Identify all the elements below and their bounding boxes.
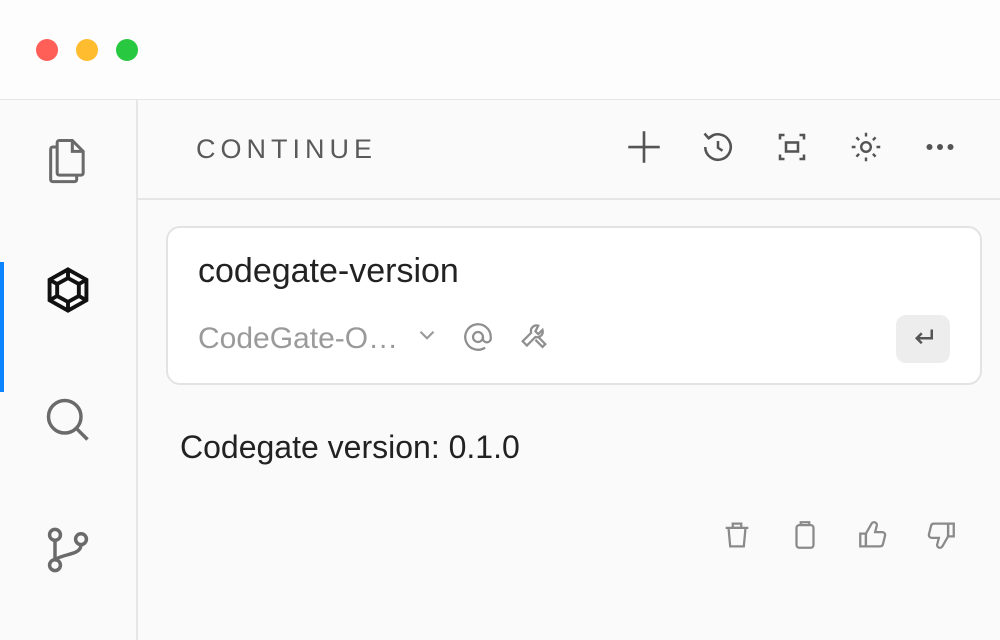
window-minimize-button[interactable]	[76, 39, 98, 61]
chat-input-card: codegate-version CodeGate-O…	[166, 226, 982, 385]
model-label: CodeGate-O…	[198, 322, 398, 356]
hexagon-icon	[42, 264, 94, 321]
context-at-button[interactable]	[460, 321, 496, 357]
files-icon	[42, 134, 94, 191]
activity-explorer[interactable]	[38, 132, 98, 192]
feedback-row	[166, 518, 982, 556]
continue-panel: CONTINUE	[138, 100, 1000, 640]
plus-icon	[623, 126, 665, 173]
panel-header: CONTINUE	[138, 100, 1000, 200]
git-branch-icon	[42, 524, 94, 581]
activity-bar	[0, 100, 138, 640]
history-icon	[700, 129, 736, 170]
activity-continue[interactable]	[38, 262, 98, 322]
activity-source-control[interactable]	[38, 522, 98, 582]
copy-button[interactable]	[786, 518, 824, 556]
at-icon	[461, 320, 495, 359]
search-icon	[42, 394, 94, 451]
gear-icon	[848, 129, 884, 170]
active-tab-indicator	[0, 262, 4, 392]
model-selector[interactable]: CodeGate-O…	[198, 322, 440, 356]
activity-search[interactable]	[38, 392, 98, 452]
more-horizontal-icon	[922, 129, 958, 170]
thumbs-up-button[interactable]	[854, 518, 892, 556]
window-maximize-button[interactable]	[116, 39, 138, 61]
trash-icon	[720, 518, 754, 557]
chevron-down-icon	[414, 322, 440, 356]
tools-button[interactable]	[516, 321, 552, 357]
window-close-button[interactable]	[36, 39, 58, 61]
fullscreen-button[interactable]	[772, 129, 812, 169]
enter-icon	[908, 322, 938, 357]
thumbs-down-icon	[924, 518, 958, 557]
thumbs-up-icon	[856, 518, 890, 557]
history-button[interactable]	[698, 129, 738, 169]
fullscreen-icon	[774, 129, 810, 170]
settings-button[interactable]	[846, 129, 886, 169]
window-titlebar	[0, 0, 1000, 100]
tools-icon	[517, 320, 551, 359]
chat-area: codegate-version CodeGate-O…	[138, 200, 1000, 556]
response-text: Codegate version: 0.1.0	[180, 429, 982, 466]
new-chat-button[interactable]	[624, 129, 664, 169]
clipboard-icon	[788, 518, 822, 557]
panel-title: CONTINUE	[196, 134, 377, 165]
thumbs-down-button[interactable]	[922, 518, 960, 556]
send-button[interactable]	[896, 315, 950, 363]
delete-button[interactable]	[718, 518, 756, 556]
more-button[interactable]	[920, 129, 960, 169]
chat-input[interactable]: codegate-version	[198, 252, 950, 291]
